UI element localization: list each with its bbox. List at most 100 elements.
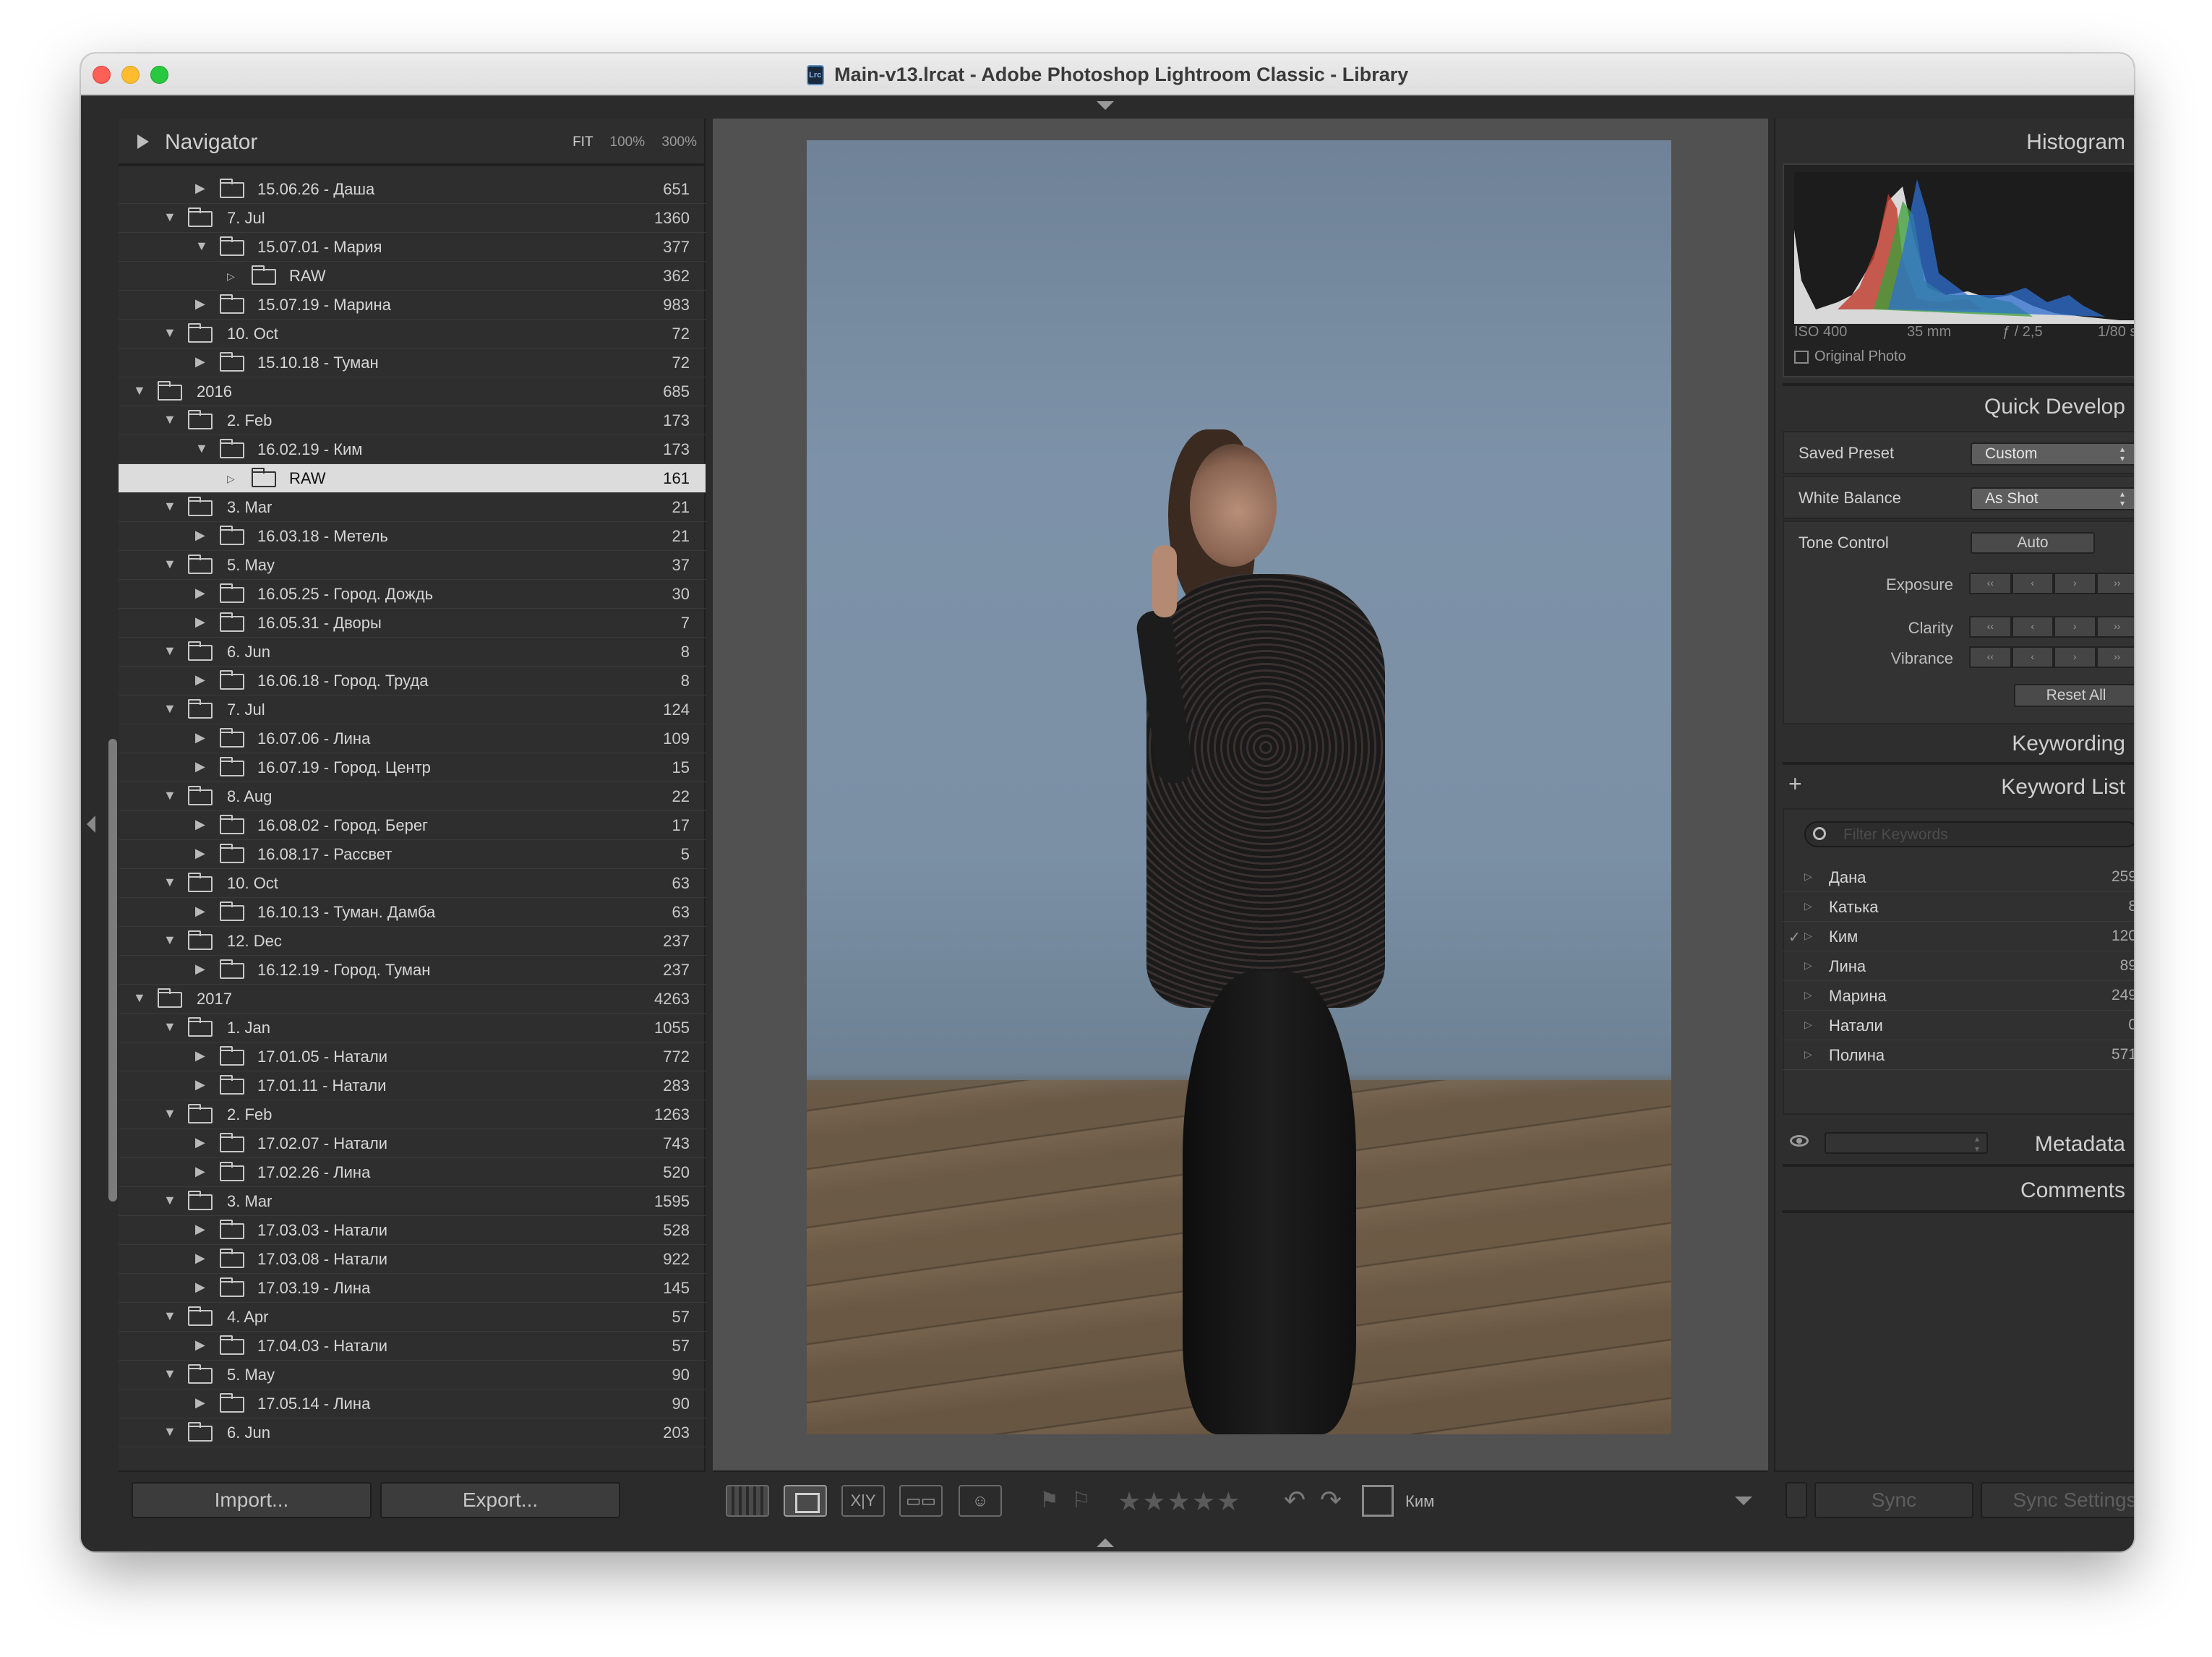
folder-row[interactable]: ▼ 5. May 90 xyxy=(119,1361,706,1390)
zoom-100-option[interactable]: 100% xyxy=(610,134,646,150)
folder-row[interactable]: ▶ 16.08.17 - Рассвет 5 xyxy=(119,840,706,869)
folder-row[interactable]: ▶ 16.05.25 - Город. Дождь 30 xyxy=(119,580,706,609)
disclosure-open-icon[interactable]: ▼ xyxy=(163,933,176,948)
keyword-row[interactable]: ▷ Катька 8 xyxy=(1783,893,2134,922)
disclosure-open-icon[interactable]: ▼ xyxy=(163,1019,176,1035)
folder-row[interactable]: ▶ 16.07.19 - Город. Центр 15 xyxy=(119,753,706,782)
keyword-row[interactable]: ▷ Натали 0 xyxy=(1783,1011,2134,1040)
original-photo-toggle[interactable]: Original Photo xyxy=(1794,348,1906,365)
disclosure-closed-icon[interactable]: ▷ xyxy=(1804,870,1812,883)
disclosure-open-icon[interactable]: ▼ xyxy=(195,441,208,456)
disclosure-closed-icon[interactable]: ▶ xyxy=(195,672,205,688)
exposure-decrease-large-button[interactable]: ‹‹ xyxy=(1969,573,2012,594)
disclosure-open-icon[interactable]: ▼ xyxy=(163,499,176,514)
left-panel-scrollbar[interactable] xyxy=(108,739,117,1202)
folder-row[interactable]: ▶ 16.03.18 - Метель 21 xyxy=(119,522,706,551)
histogram-header[interactable]: Histogram xyxy=(1775,123,2134,160)
loupe-photo[interactable] xyxy=(807,140,1671,1434)
people-view-icon[interactable]: ☺ xyxy=(959,1485,1002,1517)
folder-row[interactable]: ▼ 10. Oct 63 xyxy=(119,869,706,898)
disclosure-open-icon[interactable]: ▼ xyxy=(163,875,176,890)
folder-row[interactable]: ▶ 15.10.18 - Туман 72 xyxy=(119,348,706,377)
folder-row[interactable]: ▷ RAW 161 xyxy=(119,464,706,493)
disclosure-closed-icon[interactable]: ▷ xyxy=(227,270,235,283)
disclosure-closed-icon[interactable]: ▷ xyxy=(1804,900,1812,912)
disclosure-open-icon[interactable]: ▼ xyxy=(133,383,146,398)
checkmark-icon[interactable]: ✓ xyxy=(1788,928,1801,946)
disclosure-closed-icon[interactable]: ▶ xyxy=(195,296,205,312)
add-keyword-icon[interactable]: + xyxy=(1788,771,1802,797)
clarity-increase-large-button[interactable]: ›› xyxy=(2096,616,2134,638)
folder-row[interactable]: ▼ 6. Jun 203 xyxy=(119,1418,706,1447)
sync-settings-button[interactable]: Sync Settings xyxy=(1981,1482,2134,1518)
keyword-row[interactable]: ▷ Дана 259 xyxy=(1783,863,2134,892)
disclosure-closed-icon[interactable]: ▶ xyxy=(195,759,205,774)
disclosure-closed-icon[interactable]: ▷ xyxy=(1804,959,1812,972)
exposure-increase-button[interactable]: › xyxy=(2054,573,2096,594)
auto-tone-button[interactable]: Auto xyxy=(1971,532,2095,554)
saved-preset-select[interactable]: Custom xyxy=(1971,442,2134,466)
disclosure-closed-icon[interactable]: ▶ xyxy=(195,1395,205,1410)
sync-button[interactable]: Sync xyxy=(1814,1482,1973,1518)
folder-row[interactable]: ▶ 15.06.26 - Даша 651 xyxy=(119,175,706,204)
star-rating[interactable]: ★★★★★ xyxy=(1118,1486,1241,1517)
exposure-decrease-button[interactable]: ‹ xyxy=(2011,573,2054,594)
vibrance-decrease-button[interactable]: ‹ xyxy=(2011,646,2054,668)
keywording-header[interactable]: Keywording xyxy=(1775,724,2134,762)
disclosure-closed-icon[interactable]: ▶ xyxy=(195,962,205,977)
export-button[interactable]: Export... xyxy=(380,1482,620,1518)
disclosure-open-icon[interactable]: ▼ xyxy=(163,325,176,341)
folder-row[interactable]: ▼ 12. Dec 237 xyxy=(119,927,706,956)
keyword-filter-field[interactable]: Filter Keywords xyxy=(1804,821,2134,847)
disclosure-open-icon[interactable]: ▼ xyxy=(163,1106,176,1121)
auto-sync-switch[interactable] xyxy=(1786,1482,1807,1518)
disclosure-open-icon[interactable]: ▼ xyxy=(163,1193,176,1208)
pick-flag-icon[interactable]: ⚑ xyxy=(1039,1488,1059,1513)
exposure-increase-large-button[interactable]: ›› xyxy=(2096,573,2134,594)
folder-row[interactable]: ▶ 17.02.26 - Лина 520 xyxy=(119,1158,706,1187)
disclosure-closed-icon[interactable]: ▷ xyxy=(1804,1048,1812,1061)
folder-row[interactable]: ▶ 17.03.03 - Натали 528 xyxy=(119,1216,706,1245)
survey-view-icon[interactable]: ▭▭ xyxy=(899,1485,943,1517)
folder-row[interactable]: ▶ 16.10.13 - Туман. Дамба 63 xyxy=(119,898,706,927)
folder-row[interactable]: ▼ 6. Jun 8 xyxy=(119,638,706,667)
reset-all-button[interactable]: Reset All xyxy=(2014,684,2134,707)
zoom-fit-option[interactable]: FIT xyxy=(573,134,593,150)
folder-row[interactable]: ▶ 16.05.31 - Дворы 7 xyxy=(119,609,706,638)
disclosure-open-icon[interactable]: ▼ xyxy=(133,990,146,1006)
folder-row[interactable]: ▼ 7. Jul 1360 xyxy=(119,204,706,233)
disclosure-closed-icon[interactable]: ▷ xyxy=(227,473,235,485)
disclosure-closed-icon[interactable]: ▶ xyxy=(195,817,205,832)
disclosure-open-icon[interactable]: ▼ xyxy=(195,239,208,254)
folder-row[interactable]: ▼ 2016 685 xyxy=(119,377,706,406)
vibrance-increase-button[interactable]: › xyxy=(2054,646,2096,668)
disclosure-open-icon[interactable]: ▼ xyxy=(163,1309,176,1324)
quick-develop-header[interactable]: Quick Develop xyxy=(1775,388,2134,425)
disclosure-closed-icon[interactable]: ▶ xyxy=(195,528,205,543)
folder-row[interactable]: ▶ 17.02.07 - Натали 743 xyxy=(119,1129,706,1158)
disclosure-closed-icon[interactable]: ▶ xyxy=(195,586,205,601)
grid-view-icon[interactable] xyxy=(726,1485,769,1517)
disclosure-closed-icon[interactable]: ▶ xyxy=(195,1251,205,1266)
keyword-row[interactable]: ▷ Лина 89 xyxy=(1783,952,2134,981)
folder-row[interactable]: ▶ 17.03.08 - Натали 922 xyxy=(119,1245,706,1274)
keyword-row[interactable]: ▷ Марина 249 xyxy=(1783,982,2134,1011)
keyword-row[interactable]: ✓ ▷ Ким 120 xyxy=(1783,922,2134,951)
folder-row[interactable]: ▼ 4. Apr 57 xyxy=(119,1303,706,1332)
toggle-left-panel-icon[interactable] xyxy=(87,815,95,833)
folder-row[interactable]: ▶ 16.06.18 - Город. Труда 8 xyxy=(119,667,706,695)
folder-row[interactable]: ▼ 7. Jul 124 xyxy=(119,695,706,724)
zoom-300-option[interactable]: 300% xyxy=(661,134,697,150)
reject-flag-icon[interactable]: ⚐ xyxy=(1071,1488,1091,1513)
disclosure-closed-icon[interactable]: ▶ xyxy=(195,730,205,745)
folder-row[interactable]: ▶ 17.01.05 - Натали 772 xyxy=(119,1042,706,1071)
disclosure-closed-icon[interactable]: ▶ xyxy=(195,904,205,919)
disclosure-closed-icon[interactable]: ▶ xyxy=(195,354,205,369)
disclosure-closed-icon[interactable]: ▶ xyxy=(195,1135,205,1150)
disclosure-open-icon[interactable]: ▼ xyxy=(163,1424,176,1439)
folder-row[interactable]: ▶ 16.08.02 - Город. Берег 17 xyxy=(119,811,706,840)
disclosure-closed-icon[interactable]: ▶ xyxy=(195,1337,205,1353)
disclosure-open-icon[interactable]: ▼ xyxy=(163,643,176,659)
folder-row[interactable]: ▶ 17.05.14 - Лина 90 xyxy=(119,1390,706,1418)
import-button[interactable]: Import... xyxy=(132,1482,372,1518)
